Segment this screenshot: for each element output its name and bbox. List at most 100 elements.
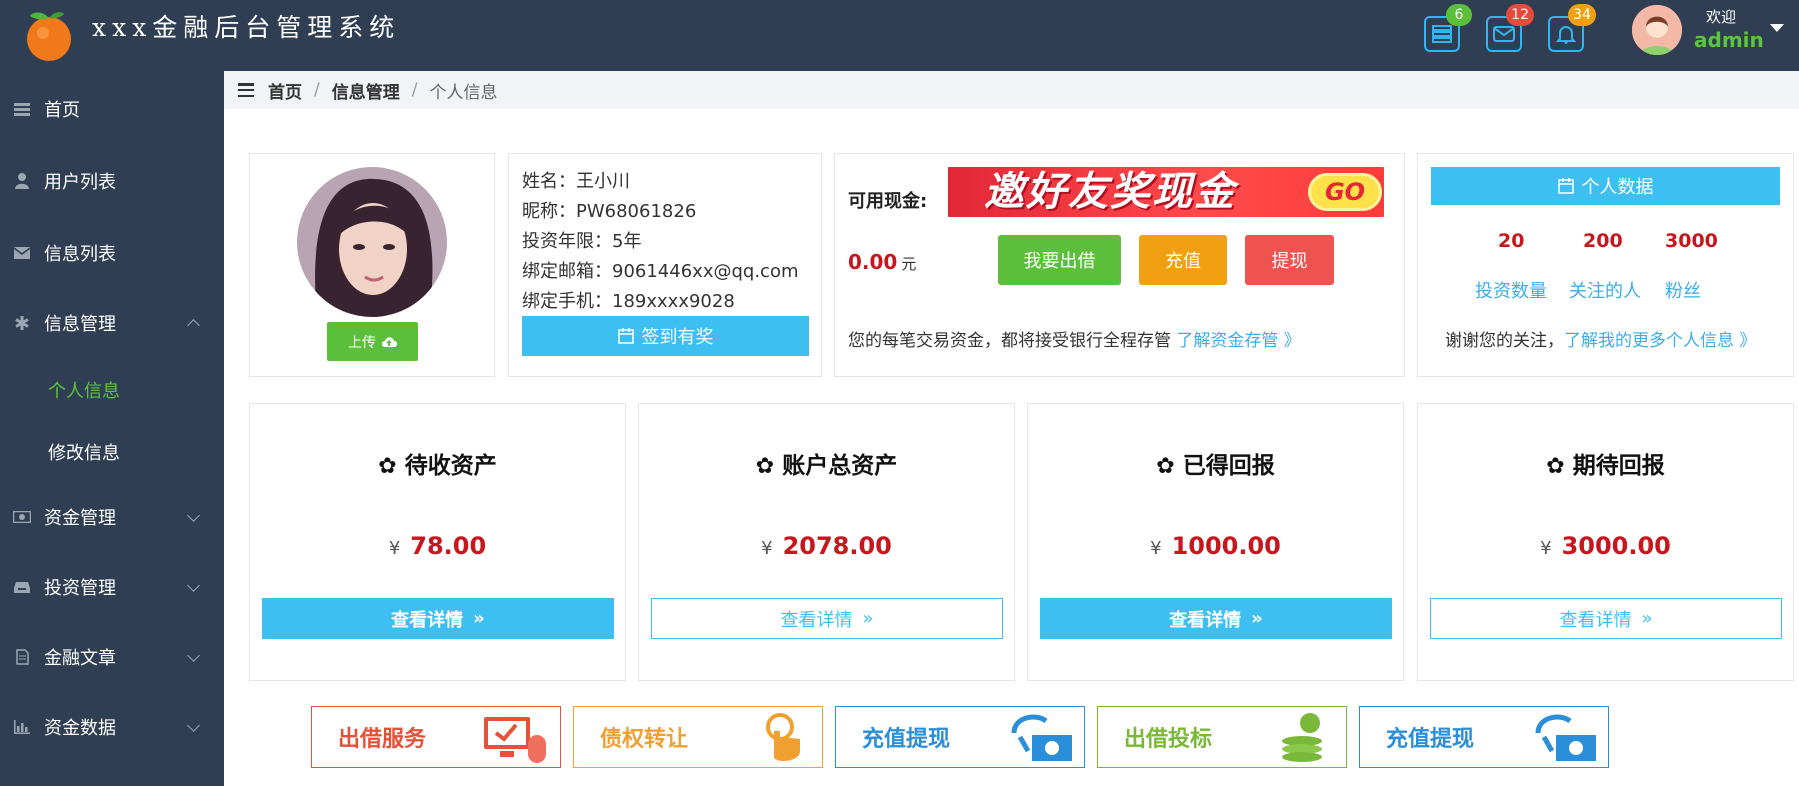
profile-info-card: 姓名：王小川 昵称：PW68061826 投资年限：5年 绑定邮箱：906144… — [508, 153, 822, 377]
sidebar-item-label: 资金数据 — [44, 718, 116, 739]
tile-lending-bids[interactable]: 出借投标 — [1097, 706, 1347, 768]
notifications-button[interactable]: 34 — [1548, 4, 1596, 52]
view-details-label: 查看详情 — [1169, 609, 1242, 631]
asset-title: ✿ 待收资产 — [250, 446, 625, 480]
tile-lending-service[interactable]: 出借服务 — [311, 706, 561, 768]
sidebar-item-label: 首页 — [44, 100, 80, 121]
view-details-button[interactable]: 查看详情 » — [1430, 598, 1782, 639]
double-chevron-right-icon: » — [473, 608, 485, 629]
sidebar-subitem-profile[interactable]: 个人信息 — [48, 377, 120, 403]
view-details-button[interactable]: 查看详情 » — [262, 598, 614, 639]
username[interactable]: admin — [1694, 28, 1764, 52]
cash-card: 可用现金: 邀好友奖现金 GO 0.00 元 我要出借 充值 提现 您的每笔交易资… — [834, 153, 1405, 377]
stat-fans-value: 3000 — [1665, 230, 1718, 252]
withdraw-button[interactable]: 提现 — [1245, 235, 1334, 285]
stat-following-label[interactable]: 关注的人 — [1569, 277, 1641, 303]
asset-card: ✿ 期待回报 ¥3000.00 查看详情 » — [1417, 403, 1794, 681]
asset-title-text: 期待回报 — [1572, 453, 1665, 479]
top-header: xxx金融后台管理系统 6 12 34 欢迎 admin — [0, 0, 1799, 71]
upload-button[interactable]: 上传 — [327, 322, 418, 361]
money-icon — [12, 507, 32, 527]
user-avatar[interactable] — [1632, 5, 1682, 55]
upload-label: 上传 — [348, 334, 376, 351]
chevron-down-icon — [187, 579, 200, 592]
view-details-button[interactable]: 查看详情 » — [1040, 598, 1392, 639]
stat-following-value: 200 — [1583, 230, 1623, 252]
gear-icon: ✿ — [1156, 454, 1175, 479]
cash-label: 可用现金: — [848, 191, 928, 212]
sidebar-item-funds[interactable]: 资金管理 — [0, 487, 224, 547]
gear-icon: ✿ — [1546, 454, 1565, 479]
sidebar-item-label: 资金管理 — [44, 508, 116, 529]
asset-title: ✿ 已得回报 — [1028, 446, 1403, 480]
cash-amount-value: 0.00 — [848, 250, 898, 274]
thanks-note: 谢谢您的关注，了解我的更多个人信息 》 — [1445, 326, 1756, 351]
asset-amount: ¥3000.00 — [1418, 532, 1793, 560]
asset-amount-value: 1000.00 — [1171, 532, 1281, 560]
yen-symbol: ¥ — [388, 538, 401, 559]
sidebar-subitem-edit-info[interactable]: 修改信息 — [48, 439, 120, 465]
more-info-link[interactable]: 了解我的更多个人信息 》 — [1564, 331, 1756, 351]
sidebar: 首页 用户列表 信息列表 信息管理 个人信息 修改信息 资金管理 投资管理 金融… — [0, 71, 224, 786]
breadcrumb-section[interactable]: 信息管理 — [332, 78, 400, 103]
money-exchange-icon — [1011, 714, 1072, 761]
recharge-button[interactable]: 充值 — [1139, 235, 1227, 285]
yen-symbol: ¥ — [1150, 538, 1162, 559]
tile-debt-transfer[interactable]: 债权转让 — [573, 706, 823, 768]
yen-symbol: ¥ — [1540, 538, 1552, 559]
breadcrumb-separator: / — [411, 80, 418, 100]
user-menu-caret-icon[interactable] — [1770, 24, 1784, 32]
view-details-label: 查看详情 — [780, 609, 853, 631]
personal-data-card: 个人数据 20 200 3000 投资数量 关注的人 粉丝 谢谢您的关注，了解我… — [1417, 153, 1794, 377]
invite-friends-banner[interactable]: 邀好友奖现金 GO — [948, 167, 1384, 217]
orange-logo-icon — [24, 8, 74, 61]
sidebar-item-users[interactable]: 用户列表 — [0, 151, 224, 211]
messages-button[interactable]: 12 — [1486, 4, 1534, 52]
sidebar-item-articles[interactable]: 金融文章 — [0, 627, 224, 687]
view-details-button[interactable]: 查看详情 » — [651, 598, 1003, 639]
custody-note-text: 您的每笔交易资金，都将接受银行全程存管 — [848, 331, 1171, 351]
stat-fans-label[interactable]: 粉丝 — [1665, 277, 1701, 303]
double-chevron-right-icon: » — [1641, 608, 1653, 629]
gear-icon: ✿ — [755, 454, 775, 479]
profile-phone: 绑定手机：189xxxx9028 — [522, 291, 735, 312]
breadcrumb-current: 个人信息 — [429, 82, 498, 103]
sidebar-item-investment[interactable]: 投资管理 — [0, 557, 224, 617]
asset-card: ✿ 待收资产 ¥78.00 查看详情 » — [249, 403, 626, 681]
asset-amount-value: 3000.00 — [1561, 532, 1671, 560]
hand-tap-icon — [766, 713, 800, 761]
tile-recharge-withdraw-2[interactable]: 充值提现 — [1359, 706, 1609, 768]
sidebar-item-info-manage[interactable]: 信息管理 — [0, 293, 224, 353]
sidebar-item-info-list[interactable]: 信息列表 — [0, 223, 224, 283]
file-icon — [12, 647, 32, 667]
sidebar-item-home[interactable]: 首页 — [0, 79, 224, 139]
banner-text: 邀好友奖现金 — [984, 169, 1236, 215]
profile-nickname: 昵称：PW68061826 — [522, 201, 697, 222]
tile-recharge-withdraw[interactable]: 充值提现 — [835, 706, 1085, 768]
sidebar-item-fund-data[interactable]: 资金数据 — [0, 697, 224, 757]
personal-data-header: 个人数据 — [1431, 167, 1780, 205]
stat-investments-value: 20 — [1498, 230, 1525, 252]
chevron-down-icon — [187, 719, 200, 732]
hamburger-menu-icon[interactable] — [238, 83, 254, 97]
stat-investments-label[interactable]: 投资数量 — [1475, 277, 1547, 303]
lend-button[interactable]: 我要出借 — [998, 235, 1121, 285]
messages-badge: 12 — [1506, 4, 1534, 26]
inbox-icon — [12, 577, 32, 597]
asset-title-text: 已得回报 — [1182, 453, 1275, 479]
sidebar-item-label: 用户列表 — [44, 172, 116, 193]
tile-label: 充值提现 — [862, 727, 951, 752]
sidebar-item-label: 信息管理 — [44, 314, 116, 335]
server-icon — [12, 99, 32, 119]
asset-amount-value: 2078.00 — [782, 532, 892, 560]
profile-term: 投资年限：5年 — [522, 231, 642, 252]
asset-amount: ¥1000.00 — [1028, 532, 1403, 560]
breadcrumb-home[interactable]: 首页 — [268, 78, 302, 103]
tile-label: 出借投标 — [1124, 727, 1213, 752]
thanks-text: 谢谢您的关注， — [1445, 331, 1564, 351]
tasks-button[interactable]: 6 — [1424, 4, 1472, 52]
avatar-card: 上传 — [249, 153, 495, 377]
custody-link[interactable]: 了解资金存管 》 — [1176, 331, 1300, 351]
sign-in-reward-button[interactable]: 签到有奖 — [522, 316, 809, 356]
asset-card: ✿ 账户总资产 ¥2078.00 查看详情 » — [638, 403, 1015, 681]
